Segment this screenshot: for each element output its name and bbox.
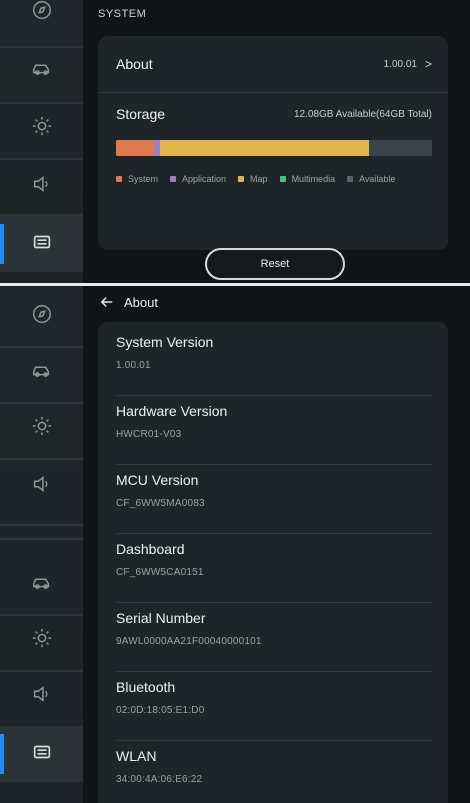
storage-segment-available bbox=[368, 140, 432, 156]
nav-item-vehicle[interactable] bbox=[0, 556, 83, 612]
info-row-dashboard: Dashboard CF_6WW5CA0151 bbox=[116, 541, 432, 578]
about-label: About bbox=[116, 56, 153, 72]
about-card: System Version 1.00.01 Hardware Version HWC… bbox=[98, 322, 448, 803]
nav-item-navigation[interactable] bbox=[0, 288, 83, 344]
info-label: Bluetooth bbox=[116, 679, 176, 695]
info-value: 1.00.01 bbox=[116, 360, 151, 371]
about-version: 1.00.01 bbox=[383, 58, 417, 70]
storage-segment-map bbox=[160, 140, 369, 156]
info-row-mcu-version: MCU Version CF_6WW5MA0083 bbox=[116, 472, 432, 509]
nav-item-display[interactable] bbox=[0, 100, 83, 156]
card-divider bbox=[116, 533, 432, 534]
card-divider bbox=[98, 92, 448, 93]
legend-item-map: Map bbox=[238, 174, 268, 184]
legend-item-multimedia: Multimedia bbox=[279, 174, 336, 184]
legend-item-system: System bbox=[116, 174, 158, 184]
legend-label: System bbox=[128, 174, 159, 184]
legend-label: Available bbox=[359, 174, 396, 184]
nav-item-display[interactable] bbox=[0, 400, 83, 456]
about-header: About bbox=[100, 290, 158, 314]
info-row-hardware-version: Hardware Version HWCR01-V03 bbox=[116, 403, 432, 440]
legend-swatch bbox=[347, 176, 354, 182]
nav-item-sound[interactable] bbox=[0, 458, 83, 514]
storage-legend: System Application Map Multimedia Available bbox=[116, 174, 432, 184]
nav-item-system[interactable] bbox=[0, 216, 83, 272]
about-panel: About System Version 1.00.01 Hardware Vers… bbox=[0, 286, 470, 803]
nav-item-navigation[interactable] bbox=[0, 0, 83, 40]
legend-swatch bbox=[116, 176, 122, 182]
card-divider bbox=[116, 395, 432, 396]
page-title: About bbox=[124, 294, 158, 310]
nav-item-system[interactable] bbox=[0, 726, 83, 782]
system-card-icon bbox=[31, 741, 53, 768]
legend-swatch bbox=[238, 176, 245, 182]
sidebar-divider bbox=[0, 538, 83, 540]
info-label: Dashboard bbox=[116, 541, 185, 557]
brightness-icon bbox=[31, 415, 53, 442]
chevron-right-icon: > bbox=[424, 57, 432, 71]
sidebar-divider bbox=[0, 524, 83, 526]
section-title: SYSTEM bbox=[98, 8, 147, 20]
card-divider bbox=[116, 740, 432, 741]
info-row-system-version: System Version 1.00.01 bbox=[116, 334, 432, 371]
info-value: CF_6WW5MA0083 bbox=[116, 498, 205, 509]
compass-icon bbox=[31, 303, 53, 330]
info-value: HWCR01-V03 bbox=[116, 429, 182, 440]
storage-segment-system bbox=[116, 140, 154, 156]
arrow-left-icon[interactable] bbox=[100, 295, 114, 309]
card-divider bbox=[116, 464, 432, 465]
card-divider bbox=[116, 602, 432, 603]
card-divider bbox=[116, 671, 432, 672]
system-settings-panel: SYSTEM About 1.00.01 > Storage 12.08GB A… bbox=[0, 0, 470, 283]
volume-icon bbox=[31, 473, 53, 500]
about-row[interactable]: About 1.00.01 > bbox=[116, 50, 432, 78]
sidebar bbox=[0, 286, 83, 803]
car-icon bbox=[31, 571, 53, 598]
storage-usage-bar bbox=[116, 140, 432, 156]
info-label: MCU Version bbox=[116, 472, 199, 488]
compass-icon bbox=[31, 0, 53, 26]
info-label: Hardware Version bbox=[116, 403, 228, 419]
car-icon bbox=[31, 359, 53, 386]
sidebar bbox=[0, 0, 83, 283]
nav-item-vehicle[interactable] bbox=[0, 344, 83, 400]
car-icon bbox=[31, 57, 53, 84]
storage-row: Storage 12.08GB Available(64GB Total) bbox=[116, 106, 432, 122]
brightness-icon bbox=[31, 115, 53, 142]
nav-item-sound[interactable] bbox=[0, 668, 83, 724]
info-label: WLAN bbox=[116, 748, 157, 764]
info-row-wlan: WLAN 34:00:4A:06:E6:22 bbox=[116, 748, 432, 785]
info-value: 34:00:4A:06:E6:22 bbox=[116, 774, 203, 785]
info-label: Serial Number bbox=[116, 610, 206, 626]
system-card-icon bbox=[31, 231, 53, 258]
nav-item-vehicle[interactable] bbox=[0, 42, 83, 98]
system-card: About 1.00.01 > Storage 12.08GB Availabl… bbox=[98, 36, 448, 250]
info-row-serial-number: Serial Number 9AWL0000AA21F00040000101 bbox=[116, 610, 432, 647]
info-row-bluetooth: Bluetooth 02:0D:18:05:E1:D0 bbox=[116, 679, 432, 716]
legend-item-available: Available bbox=[347, 174, 395, 184]
info-value: CF_6WW5CA0151 bbox=[116, 567, 204, 578]
info-label: System Version bbox=[116, 334, 214, 350]
info-value: 9AWL0000AA21F00040000101 bbox=[116, 636, 262, 647]
legend-label: Application bbox=[182, 174, 227, 184]
storage-label: Storage bbox=[116, 106, 166, 122]
legend-item-application: Application bbox=[170, 174, 226, 184]
legend-swatch bbox=[170, 176, 177, 182]
legend-swatch bbox=[279, 176, 286, 182]
legend-label: Multimedia bbox=[291, 174, 336, 184]
reset-button[interactable]: Reset bbox=[205, 248, 345, 280]
storage-summary: 12.08GB Available(64GB Total) bbox=[293, 108, 432, 120]
volume-icon bbox=[31, 173, 53, 200]
info-value: 02:0D:18:05:E1:D0 bbox=[116, 705, 205, 716]
legend-label: Map bbox=[250, 174, 268, 184]
brightness-icon bbox=[31, 627, 53, 654]
volume-icon bbox=[31, 683, 53, 710]
nav-item-display[interactable] bbox=[0, 612, 83, 668]
nav-item-sound[interactable] bbox=[0, 158, 83, 214]
